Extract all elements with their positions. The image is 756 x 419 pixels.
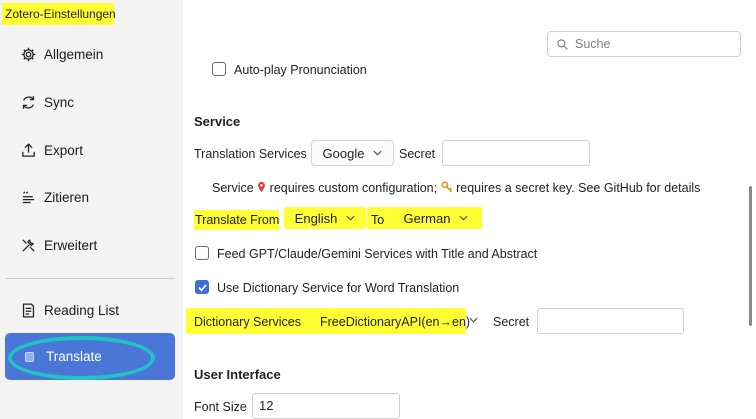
font-size-input[interactable]: 12	[252, 393, 400, 419]
sidebar-item-label: Sync	[44, 94, 75, 110]
feed-gpt-label: Feed GPT/Claude/Gemini Services with Tit…	[217, 247, 538, 261]
secret-input[interactable]	[442, 140, 590, 166]
to-label: To	[371, 213, 385, 227]
scrollbar[interactable]	[749, 186, 752, 326]
gear-icon	[19, 45, 37, 63]
translate-from-label: Translate From	[195, 213, 280, 227]
from-language-value: English	[294, 210, 338, 226]
sync-icon	[19, 93, 37, 111]
dictionary-secret-input[interactable]	[537, 308, 684, 334]
info-text-part: Service	[212, 181, 254, 195]
sidebar-item-zitieren[interactable]: Zitieren	[5, 177, 175, 217]
info-text-part: requires a secret key. See GitHub for de…	[456, 181, 701, 195]
search-box[interactable]: Suche	[547, 31, 741, 57]
auto-play-checkbox[interactable]	[212, 62, 226, 76]
sidebar-item-label: Translate	[46, 349, 102, 364]
quote-icon	[19, 188, 37, 206]
tools-icon	[19, 236, 37, 254]
from-language-dropdown[interactable]: English	[284, 207, 366, 229]
user-interface-section-title: User Interface	[194, 367, 281, 382]
pin-icon	[257, 181, 266, 193]
sidebar-item-reading-list[interactable]: Reading List	[5, 290, 175, 330]
auto-play-label: Auto-play Pronunciation	[234, 63, 367, 77]
chevron-down-icon[interactable]	[469, 317, 478, 323]
secret-label: Secret	[399, 147, 436, 161]
translate-icon	[25, 351, 34, 362]
key-icon	[441, 181, 453, 193]
checkmark-icon	[197, 283, 207, 291]
dictionary-services-label: Dictionary Services	[194, 315, 301, 329]
use-dictionary-label: Use Dictionary Service for Word Translat…	[217, 281, 460, 295]
dictionary-service-dropdown[interactable]: FreeDictionaryAPI(en→en)	[320, 314, 470, 330]
use-dictionary-checkbox[interactable]	[195, 280, 209, 294]
export-icon	[19, 141, 37, 159]
sidebar-item-label: Erweitert	[44, 237, 98, 253]
sidebar-item-erweitert[interactable]: Erweitert	[5, 225, 175, 265]
dictionary-secret-label: Secret	[493, 315, 530, 329]
reading-list-icon	[19, 301, 37, 319]
search-icon	[557, 38, 568, 50]
chevron-down-icon	[459, 215, 468, 221]
feed-gpt-checkbox[interactable]	[195, 246, 209, 260]
sidebar-item-allgemein[interactable]: Allgemein	[5, 34, 175, 74]
chevron-down-icon	[346, 215, 355, 221]
service-section-title: Service	[194, 114, 241, 129]
chevron-down-icon	[373, 150, 382, 156]
sidebar-item-label: Export	[44, 142, 84, 158]
sidebar-divider	[5, 278, 175, 279]
sidebar-item-translate[interactable]: Translate	[5, 333, 175, 380]
to-language-value: German	[403, 210, 451, 226]
info-text-part: requires custom configuration;	[269, 181, 438, 195]
sidebar-item-export[interactable]: Export	[5, 130, 175, 170]
translation-service-dropdown[interactable]: Google	[311, 140, 394, 166]
translation-service-value: Google	[322, 145, 365, 161]
sidebar-item-sync[interactable]: Sync	[5, 82, 175, 122]
sidebar-item-label: Reading List	[44, 302, 120, 318]
translation-services-label: Translation Services	[194, 147, 307, 161]
sidebar-item-label: Zitieren	[44, 189, 90, 205]
to-language-dropdown[interactable]: German	[392, 207, 480, 229]
search-input[interactable]: Suche	[575, 37, 610, 51]
font-size-label: Font Size	[194, 400, 247, 414]
service-info-text: Service requires custom configuration; r…	[212, 180, 700, 196]
sidebar-item-label: Allgemein	[44, 46, 104, 62]
sidebar: Allgemein Sync Export Zitieren Erweitert…	[0, 0, 183, 419]
window-title: Zotero-Einstellungen	[2, 3, 116, 25]
